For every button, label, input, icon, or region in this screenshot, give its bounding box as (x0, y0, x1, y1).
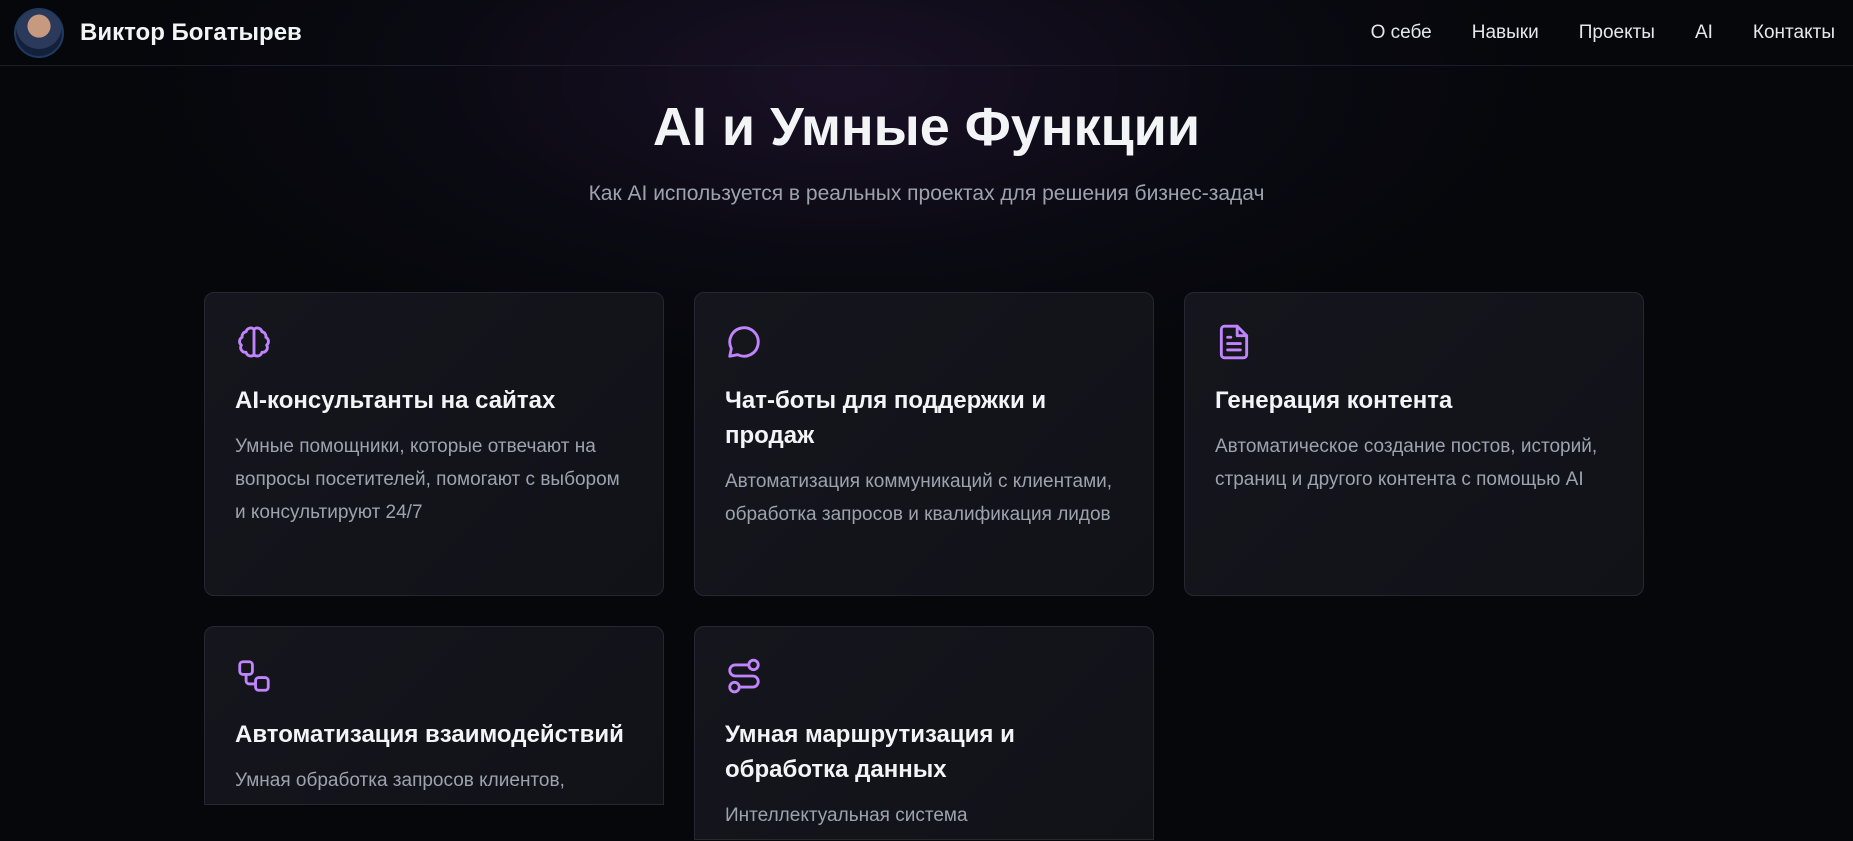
site-name[interactable]: Виктор Богатырев (80, 19, 302, 47)
nav-ai[interactable]: AI (1695, 22, 1713, 44)
card-description: Автоматизация коммуникаций с клиентами, … (725, 471, 1113, 525)
document-icon (1219, 324, 1249, 360)
feature-card: Генерация контента Автоматическое создан… (1184, 292, 1644, 596)
card-description: Умная обработка запросов клиентов, (235, 770, 565, 791)
chat-bubble-icon (728, 326, 760, 358)
main-nav: О себе Навыки Проекты AI Контакты (1371, 0, 1853, 66)
card-title: Генерация контента (1215, 387, 1453, 414)
card-title: Чат-боты для поддержки и продаж (725, 387, 1047, 449)
card-title: Умная маршрутизация и обработка данных (725, 721, 1015, 783)
nav-projects[interactable]: Проекты (1579, 22, 1655, 44)
card-description: Автоматическое создание постов, историй,… (1215, 436, 1598, 490)
nav-skills[interactable]: Навыки (1472, 22, 1539, 44)
avatar[interactable] (14, 7, 64, 58)
section-subtitle: Как AI используется в реальных проектах … (588, 182, 1265, 205)
feature-card: Автоматизация взаимодействий Умная обраб… (204, 626, 664, 805)
nav-about[interactable]: О себе (1371, 22, 1432, 44)
feature-card: Умная маршрутизация и обработка данных И… (694, 626, 1154, 840)
workflow-icon (238, 660, 270, 692)
route-icon (728, 658, 760, 694)
brain-icon (238, 326, 270, 358)
feature-card: AI-консультанты на сайтах Умные помощник… (204, 292, 664, 596)
feature-card: Чат-боты для поддержки и продаж Автомати… (694, 292, 1154, 596)
section-title: AI и Умные Функции (652, 97, 1201, 157)
card-title: Автоматизация взаимодействий (235, 721, 624, 748)
site-header: Виктор Богатырев О себе Навыки Проекты A… (0, 0, 1853, 66)
card-description: Интеллектуальная система (725, 805, 968, 826)
card-description: Умные помощники, которые отвечают на воп… (235, 436, 620, 523)
card-title: AI-консультанты на сайтах (235, 387, 556, 414)
nav-contacts[interactable]: Контакты (1753, 22, 1835, 44)
